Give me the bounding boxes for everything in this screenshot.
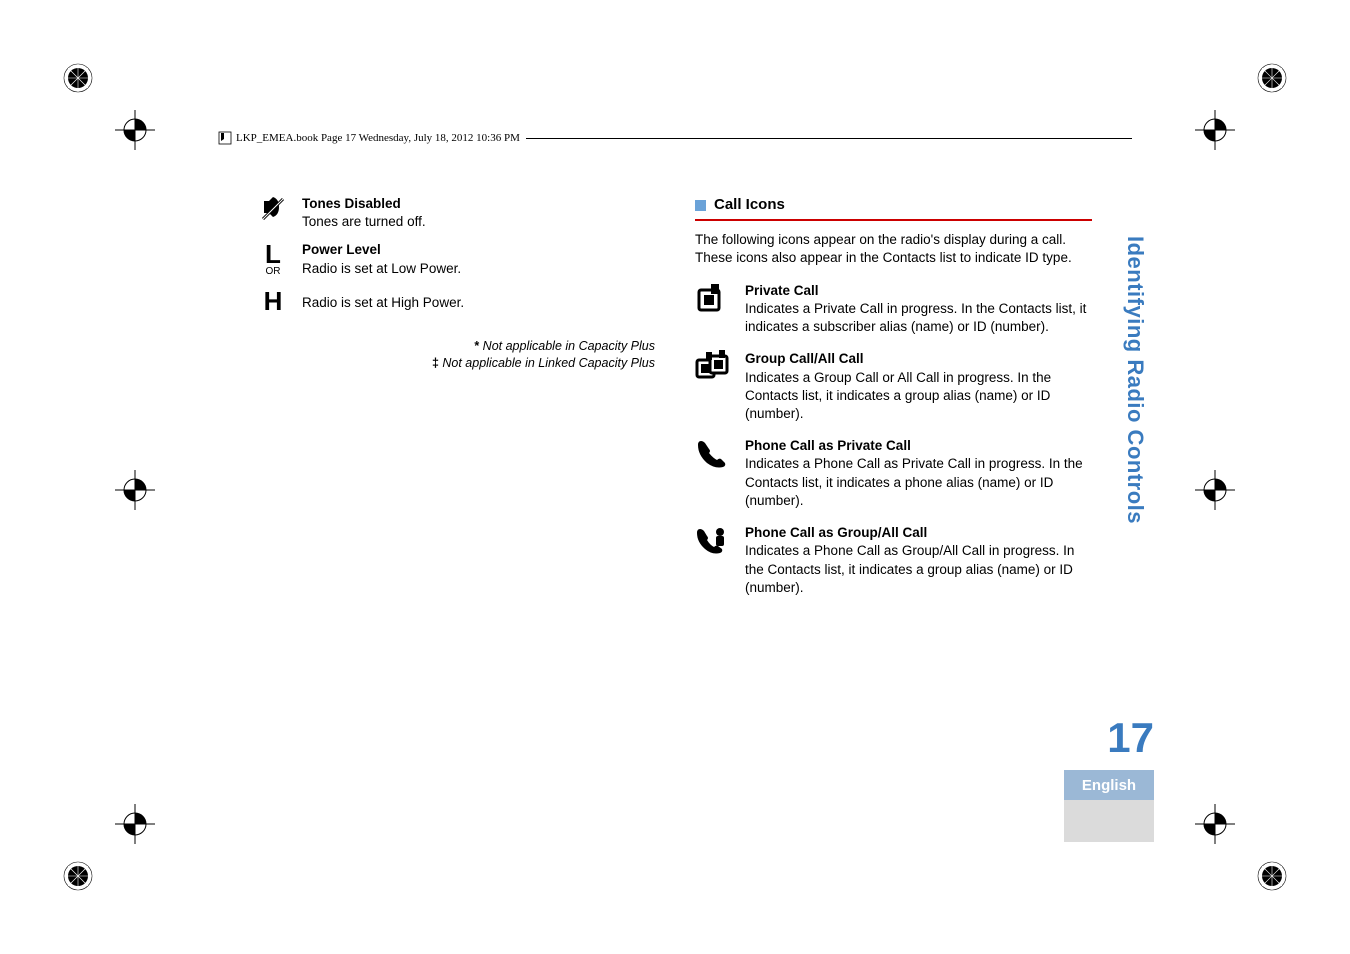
registration-mark <box>115 804 155 844</box>
corner-mark-tr <box>1254 60 1290 96</box>
registration-mark <box>115 470 155 510</box>
entry-tones-disabled: Tones Disabled Tones are turned off. <box>258 195 655 231</box>
tones-disabled-desc: Tones are turned off. <box>302 214 426 229</box>
phone-group-title: Phone Call as Group/All Call <box>745 524 1092 542</box>
phone-private-title: Phone Call as Private Call <box>745 437 1092 455</box>
tones-disabled-icon <box>258 195 288 231</box>
page-number: 17 <box>1094 714 1154 762</box>
section-bullet-icon <box>695 200 706 211</box>
side-tab: Identifying Radio Controls <box>1122 236 1154 524</box>
power-level-text: Power Level Radio is set at Low Power. <box>302 241 461 277</box>
power-low-icon: L OR <box>258 241 288 277</box>
footnote-line2: Not applicable in Linked Capacity Plus <box>442 356 655 370</box>
language-badge: English <box>1064 770 1154 800</box>
power-high-icon: H <box>258 288 288 314</box>
header-rule <box>526 138 1132 139</box>
group-call-title: Group Call/All Call <box>745 350 1092 368</box>
private-call-desc: Indicates a Private Call in progress. In… <box>745 301 1086 334</box>
right-column: Call Icons The following icons appear on… <box>695 195 1092 775</box>
phone-private-icon <box>695 437 731 510</box>
footnote-line1: Not applicable in Capacity Plus <box>483 339 655 353</box>
registration-mark <box>1195 110 1235 150</box>
tones-disabled-text: Tones Disabled Tones are turned off. <box>302 195 426 231</box>
entry-power-high: H Radio is set at High Power. <box>258 288 655 314</box>
phone-group-icon <box>695 524 731 597</box>
entry-group-call: Group Call/All Call Indicates a Group Ca… <box>695 350 1092 423</box>
group-call-text: Group Call/All Call Indicates a Group Ca… <box>745 350 1092 423</box>
left-column: Tones Disabled Tones are turned off. L O… <box>258 195 655 775</box>
content-area: Tones Disabled Tones are turned off. L O… <box>258 195 1092 775</box>
registration-mark <box>115 110 155 150</box>
header-info: LKP_EMEA.book Page 17 Wednesday, July 18… <box>218 128 1132 148</box>
power-low-desc: Radio is set at Low Power. <box>302 261 461 276</box>
footnote-dagger: ‡ <box>432 356 439 370</box>
side-section-label: Identifying Radio Controls <box>1122 236 1148 524</box>
corner-mark-bl <box>60 858 96 894</box>
power-high-text: Radio is set at High Power. <box>302 288 464 314</box>
group-call-icon <box>695 350 731 423</box>
corner-mark-tl <box>60 60 96 96</box>
page-root: LKP_EMEA.book Page 17 Wednesday, July 18… <box>0 0 1350 954</box>
power-high-desc: Radio is set at High Power. <box>302 295 464 310</box>
tones-disabled-title: Tones Disabled <box>302 195 426 213</box>
footnotes: * Not applicable in Capacity Plus ‡ Not … <box>258 338 655 372</box>
section-heading: Call Icons <box>695 195 1092 221</box>
registration-mark <box>1195 470 1235 510</box>
phone-private-text: Phone Call as Private Call Indicates a P… <box>745 437 1092 510</box>
phone-group-text: Phone Call as Group/All Call Indicates a… <box>745 524 1092 597</box>
section-title: Call Icons <box>714 195 785 215</box>
footnote-star: * <box>474 339 479 353</box>
private-call-title: Private Call <box>745 282 1092 300</box>
phone-private-desc: Indicates a Phone Call as Private Call i… <box>745 456 1083 507</box>
power-or-label: OR <box>266 267 281 277</box>
entry-phone-private: Phone Call as Private Call Indicates a P… <box>695 437 1092 510</box>
power-level-title: Power Level <box>302 241 461 259</box>
corner-mark-br <box>1254 858 1290 894</box>
section-intro: The following icons appear on the radio'… <box>695 231 1092 267</box>
side-gray-strip <box>1064 800 1154 842</box>
entry-power-level: L OR Power Level Radio is set at Low Pow… <box>258 241 655 277</box>
header-file-info: LKP_EMEA.book Page 17 Wednesday, July 18… <box>236 132 520 144</box>
private-call-icon <box>695 282 731 337</box>
group-call-desc: Indicates a Group Call or All Call in pr… <box>745 370 1051 421</box>
registration-mark <box>1195 804 1235 844</box>
entry-private-call: Private Call Indicates a Private Call in… <box>695 282 1092 337</box>
private-call-text: Private Call Indicates a Private Call in… <box>745 282 1092 337</box>
book-flag-icon <box>218 131 232 145</box>
entry-phone-group: Phone Call as Group/All Call Indicates a… <box>695 524 1092 597</box>
phone-group-desc: Indicates a Phone Call as Group/All Call… <box>745 543 1074 594</box>
